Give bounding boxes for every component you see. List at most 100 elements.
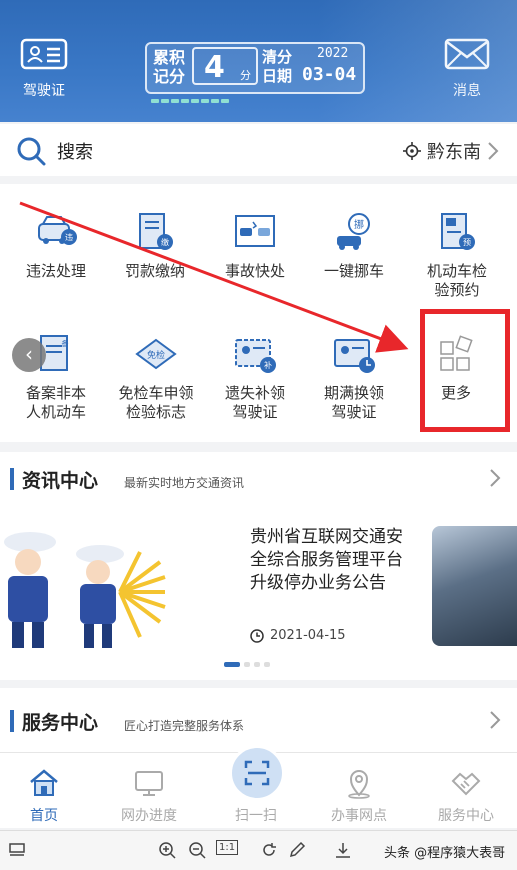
svg-text:补: 补 — [264, 360, 272, 370]
monitor-icon — [135, 771, 163, 796]
nav-label: 首页 — [30, 808, 58, 824]
news-next-image[interactable] — [432, 526, 517, 646]
driver-license-label: 驾驶证 — [23, 83, 65, 99]
handshake-icon — [451, 772, 481, 796]
highlight-box — [420, 309, 510, 432]
search-bar[interactable]: 搜索 黔东南 — [0, 124, 517, 176]
carousel-prev-button[interactable]: ‹ — [12, 338, 46, 372]
score-card[interactable]: 累积 记分 4 分 清分 日期 2022 03-04 — [145, 42, 365, 103]
service-label: 备案非本 人机动车 — [25, 384, 86, 421]
date-text: 2021-04-15 — [270, 628, 346, 643]
clear-date: 03-04 — [302, 64, 357, 85]
car-violation-icon: 违 — [38, 216, 77, 245]
chevron-right-icon[interactable] — [489, 710, 501, 730]
service-accident[interactable]: 事故快处 — [207, 210, 303, 281]
service-move-car[interactable]: 挪 一键挪车 — [306, 210, 402, 281]
home-icon — [30, 769, 58, 796]
rotate-icon[interactable] — [260, 841, 278, 859]
service-label: 机动车检 验预约 — [426, 262, 487, 299]
fine-payment-icon: 缴 — [139, 213, 173, 250]
service-exempt-inspection[interactable]: 免检 免检车申领 检验标志 — [104, 332, 208, 422]
service-renew-license[interactable]: 期满换领 驾驶证 — [306, 332, 402, 422]
nav-service-center[interactable]: 服务中心 — [421, 767, 511, 825]
svg-text:挪: 挪 — [354, 218, 364, 231]
news-article-date: 2021-04-15 — [250, 628, 346, 643]
clear-year: 2022 — [317, 46, 349, 61]
bottom-nav: 首页 网办进度 扫一扫 办事网点 服务中心 — [0, 745, 517, 828]
nav-progress[interactable]: 网办进度 — [104, 767, 194, 825]
nav-home[interactable]: 首页 — [0, 767, 89, 825]
search-icon — [17, 137, 46, 166]
zoom-out-icon[interactable] — [188, 841, 206, 859]
location-icon — [348, 770, 370, 799]
driver-license-button[interactable]: 驾驶证 — [14, 38, 74, 100]
svg-text:预: 预 — [463, 237, 471, 247]
news-subtitle: 最新实时地方交通资讯 — [124, 476, 245, 490]
nav-label: 服务中心 — [438, 808, 494, 824]
actual-size-button[interactable]: 1:1 — [216, 840, 239, 855]
layout-icon[interactable] — [8, 841, 26, 859]
renew-license-icon — [334, 339, 375, 373]
score-value: 4 — [204, 50, 225, 85]
news-section: 资讯中心 最新实时地方交通资讯 贵州省互联网交通安全综合服务管理平台升级停办业务… — [0, 452, 517, 680]
service-center-title: 服务中心 — [22, 712, 99, 734]
scan-icon — [244, 760, 270, 786]
service-reissue-license[interactable]: 补 遗失补领 驾驶证 — [207, 332, 303, 422]
section-accent — [10, 710, 14, 732]
scan-circle[interactable] — [229, 745, 285, 801]
clock-icon — [250, 628, 264, 643]
location-label: 黔东南 — [427, 142, 481, 163]
svg-text:备: 备 — [62, 339, 69, 348]
service-label: 事故快处 — [224, 262, 285, 280]
svg-text:缴: 缴 — [161, 237, 169, 247]
service-label: 违法处理 — [25, 262, 86, 280]
service-label: 一键挪车 — [323, 262, 384, 280]
inspection-booking-icon: 预 — [441, 213, 475, 250]
service-label: 罚款缴纳 — [124, 262, 185, 280]
service-inspection-booking[interactable]: 预 机动车检 验预约 — [407, 210, 507, 300]
message-label: 消息 — [453, 83, 481, 99]
service-label: 免检车申领 检验标志 — [118, 384, 194, 421]
chevron-right-icon[interactable] — [489, 468, 501, 488]
clear-date-label: 清分 日期 — [262, 48, 293, 85]
reissue-license-icon: 补 — [235, 339, 276, 373]
score-progress-bar — [151, 88, 251, 103]
service-fine[interactable]: 缴 罚款缴纳 — [107, 210, 203, 281]
exempt-inspection-icon: 免检 — [135, 338, 177, 370]
nav-label: 办事网点 — [331, 808, 387, 824]
app-header: 驾驶证 累积 记分 4 分 清分 日期 2022 03-04 消息 — [0, 0, 517, 122]
zoom-in-icon[interactable] — [158, 841, 176, 859]
svg-text:免检: 免检 — [147, 349, 165, 361]
carousel-indicator — [224, 662, 270, 667]
watermark-text: 头条 @程序猿大表哥 — [384, 846, 506, 861]
nav-label: 扫一扫 — [235, 808, 277, 824]
chevron-right-icon — [488, 142, 499, 160]
news-article-title[interactable]: 贵州省互联网交通安全综合服务管理平台升级停办业务公告 — [250, 526, 410, 595]
service-label: 遗失补领 驾驶证 — [224, 384, 285, 421]
score-unit: 分 — [240, 69, 251, 82]
news-illustration[interactable] — [0, 532, 170, 654]
envelope-icon — [444, 38, 490, 70]
service-center-subtitle: 匠心打造完整服务体系 — [124, 719, 245, 733]
accident-icon — [235, 215, 275, 247]
traffic-police-illustration — [4, 532, 166, 648]
score-box: 4 分 — [192, 47, 258, 85]
search-label: 搜索 — [57, 142, 93, 163]
download-icon[interactable] — [334, 841, 352, 859]
message-button[interactable]: 消息 — [437, 38, 497, 100]
locate-icon — [403, 142, 421, 160]
score-label: 累积 记分 — [153, 48, 186, 86]
nav-service-points[interactable]: 办事网点 — [314, 767, 404, 825]
pen-icon[interactable] — [288, 841, 306, 859]
news-title: 资讯中心 — [22, 470, 99, 492]
id-card-icon — [20, 38, 68, 70]
nav-scan[interactable]: 扫一扫 — [211, 805, 301, 825]
section-accent — [10, 468, 14, 490]
move-car-icon: 挪 — [337, 213, 370, 250]
chevron-left-icon: ‹ — [25, 342, 33, 366]
nav-label: 网办进度 — [121, 808, 177, 824]
location-selector[interactable]: 黔东南 — [403, 138, 499, 164]
svg-text:违: 违 — [65, 233, 73, 242]
service-label: 期满换领 驾驶证 — [323, 384, 384, 421]
service-violation[interactable]: 违 违法处理 — [8, 210, 104, 281]
